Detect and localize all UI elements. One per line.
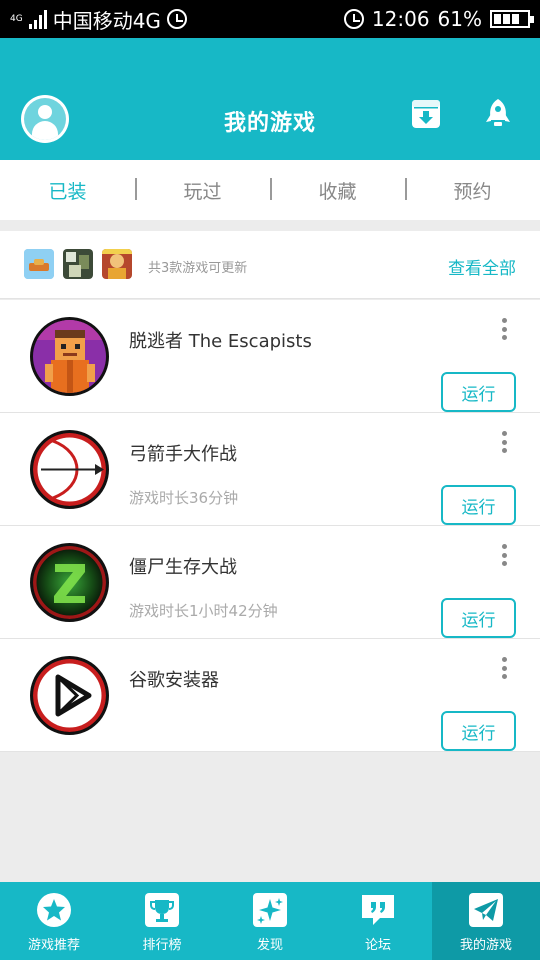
more-options-icon[interactable] (501, 544, 507, 566)
archery-icon (33, 433, 106, 506)
update-count-text: 共3款游戏可更新 (148, 261, 248, 276)
update-game-thumbnail (24, 249, 54, 279)
battery-icon (490, 10, 534, 28)
status-time: 12:06 (371, 7, 430, 31)
escapists-icon (33, 320, 106, 393)
download-manager-button[interactable] (411, 98, 441, 130)
tab-played[interactable]: 玩过 (135, 177, 270, 204)
view-all-link[interactable]: 查看全部 (448, 254, 516, 279)
more-options-icon[interactable] (501, 657, 507, 679)
speedup-button[interactable] (483, 98, 513, 130)
sync-icon (166, 9, 187, 29)
nav-forum[interactable]: 论坛 (324, 882, 432, 960)
carrier-label: 中国移动4G (52, 8, 161, 33)
paper-plane-icon (468, 892, 504, 928)
signal-icon (28, 9, 47, 29)
nav-label: 排行榜 (142, 938, 182, 953)
game-playtime: 游戏时长36分钟 (129, 489, 239, 507)
nav-label: 论坛 (364, 938, 391, 953)
trophy-icon (144, 892, 180, 928)
tab-installed[interactable]: 已装 (0, 177, 135, 204)
game-playtime: 游戏时长1小时42分钟 (129, 602, 278, 620)
sparkle-icon (252, 892, 288, 928)
list-item[interactable]: 谷歌安装器 运行 (0, 639, 540, 752)
battery-percent: 61% (437, 7, 482, 31)
tab-reserved[interactable]: 预约 (405, 177, 540, 204)
network-type-label: 4G (10, 13, 23, 24)
rocket-icon (486, 99, 510, 126)
game-icon (30, 317, 109, 396)
list-item[interactable]: 弓箭手大作战 游戏时长36分钟 运行 (0, 413, 540, 526)
installed-game-list: 脱逃者 The Escapists 运行 弓箭手大作战 游戏时长36分钟 运行 (0, 300, 540, 752)
list-item[interactable]: 僵尸生存大战 游戏时长1小时42分钟 运行 (0, 526, 540, 639)
game-icon (30, 430, 109, 509)
alarm-icon (343, 9, 364, 29)
nav-ranking[interactable]: 排行榜 (108, 882, 216, 960)
download-box-icon (412, 100, 440, 128)
nav-label: 发现 (256, 938, 283, 953)
game-name: 僵尸生存大战 (129, 557, 237, 578)
zombie-icon (33, 546, 106, 619)
game-name: 弓箭手大作战 (129, 444, 237, 465)
tab-favorites[interactable]: 收藏 (270, 177, 405, 204)
run-button[interactable]: 运行 (441, 485, 516, 525)
forum-icon (360, 892, 396, 928)
game-icon (30, 543, 109, 622)
game-name: 脱逃者 The Escapists (129, 331, 312, 352)
bottom-nav: 游戏推荐 排行榜 发现 论坛 我的游戏 (0, 882, 540, 960)
star-icon (36, 892, 72, 928)
run-button[interactable]: 运行 (441, 711, 516, 751)
run-button[interactable]: 运行 (441, 372, 516, 412)
game-icon (30, 656, 109, 735)
list-item[interactable]: 脱逃者 The Escapists 运行 (0, 300, 540, 413)
update-game-thumbnail (102, 249, 132, 279)
update-game-thumbnail (63, 249, 93, 279)
nav-label: 我的游戏 (459, 938, 512, 953)
nav-game-recommend[interactable]: 游戏推荐 (0, 882, 108, 960)
nav-discover[interactable]: 发现 (216, 882, 324, 960)
play-store-icon (33, 659, 106, 732)
more-options-icon[interactable] (501, 318, 507, 340)
update-bar[interactable]: 共3款游戏可更新 查看全部 (0, 231, 540, 299)
run-button[interactable]: 运行 (441, 598, 516, 638)
status-bar: 4G 中国移动4G 12:06 61% (0, 0, 540, 38)
page-title: 我的游戏 (223, 111, 316, 136)
nav-label: 游戏推荐 (27, 938, 80, 953)
nav-my-games[interactable]: 我的游戏 (432, 882, 540, 960)
app-header: 我的游戏 (0, 38, 540, 160)
more-options-icon[interactable] (501, 431, 507, 453)
game-name: 谷歌安装器 (129, 670, 219, 691)
tab-bar: 已装 玩过 收藏 预约 (0, 160, 540, 220)
